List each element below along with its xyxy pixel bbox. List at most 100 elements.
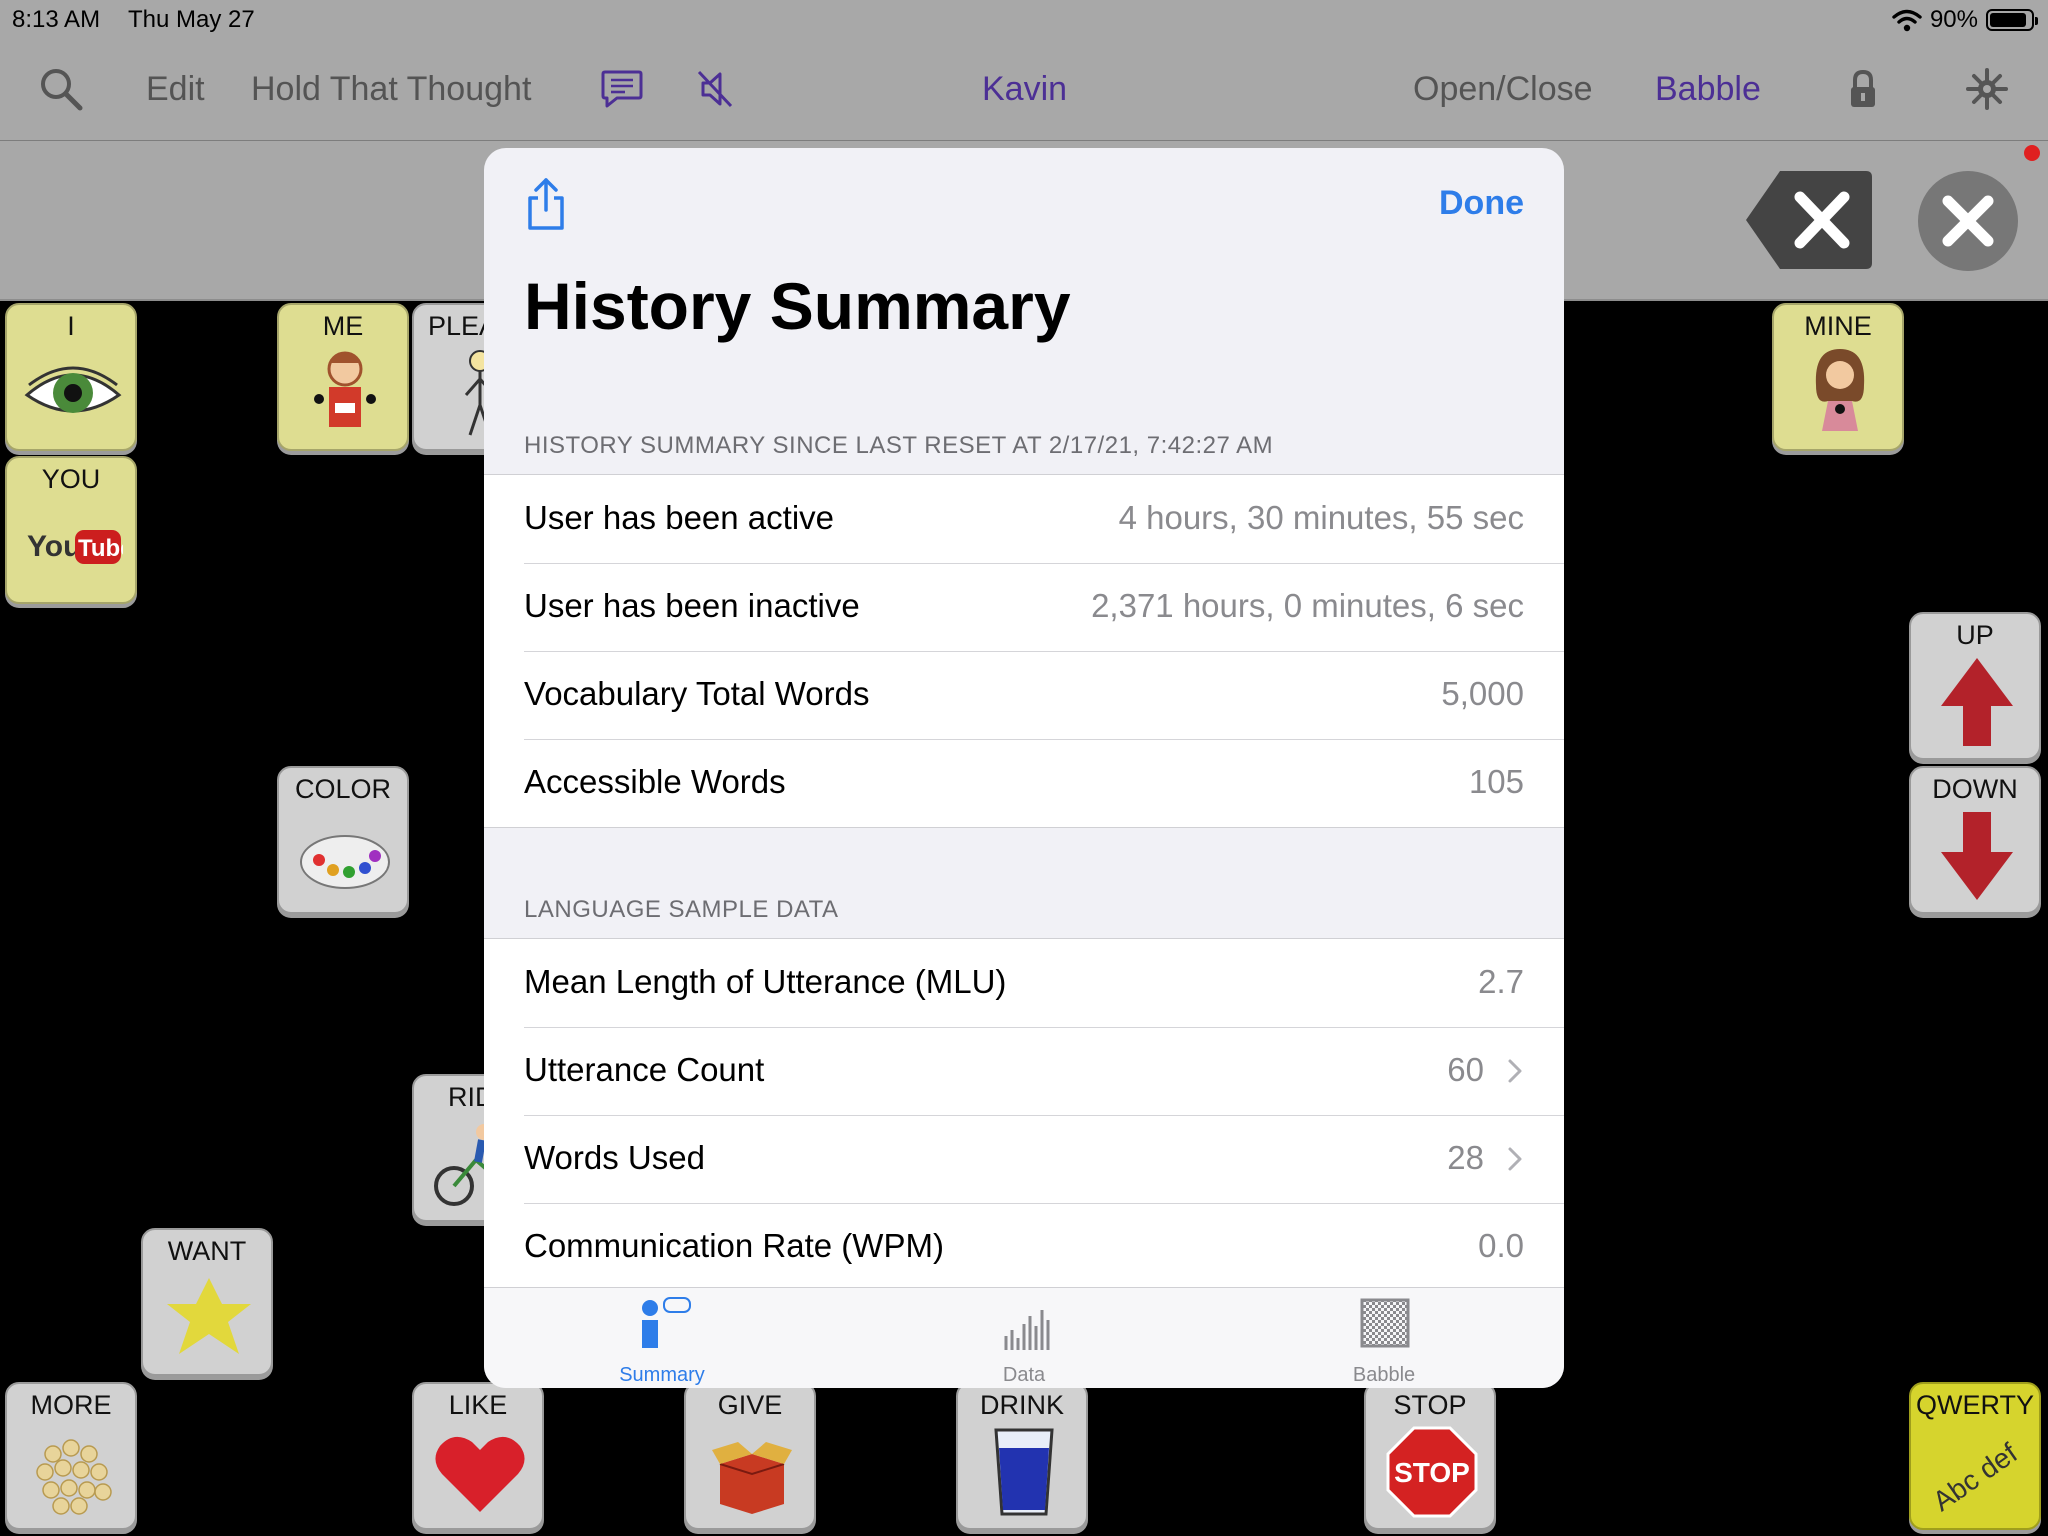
row-label: Communication Rate (WPM) [524,1227,944,1264]
pile-of-beans-icon [36,1439,112,1515]
girl-icon [1815,349,1865,431]
word-label: YOU [41,464,101,494]
eye-icon [24,366,122,413]
checkerboard-icon [1360,1298,1410,1348]
settings-gear-icon[interactable] [1964,66,2010,112]
word-label: I [67,311,75,341]
word-label: LIKE [448,1390,508,1420]
language-row-mlu: Mean Length of Utterance (MLU) 2.7 [484,939,1564,1027]
language-sample-list: Mean Length of Utterance (MLU) 2.7 Utter… [484,938,1564,1292]
word-label: ME [322,311,364,341]
summary-row-vocabulary: Vocabulary Total Words 5,000 [484,651,1564,739]
notification-dot [2024,145,2040,161]
word-button-down[interactable]: DOWN [1909,766,2041,914]
user-name[interactable]: Kavin [982,70,1067,109]
modal-title: History Summary [524,269,1071,343]
chevron-right-icon [1508,1147,1522,1171]
summary-row-accessible: Accessible Words 105 [484,739,1564,827]
arrow-up-icon [1941,658,2013,746]
lock-icon[interactable] [1840,66,1886,112]
share-icon[interactable] [524,176,568,232]
tab-label: Summary [619,1364,705,1386]
language-row-words-used[interactable]: Words Used 28 [484,1115,1564,1203]
stop-sign-text: STOP [1394,1457,1470,1488]
heart-icon [435,1436,525,1512]
word-button-like[interactable]: LIKE [412,1382,544,1530]
word-button-i[interactable]: I [5,303,137,451]
row-value: 28 [1447,1139,1484,1176]
battery-fill [1990,13,2026,27]
tab-label: Babble [1352,1364,1416,1386]
history-summary-list: User has been active 4 hours, 30 minutes… [484,474,1564,828]
word-button-you[interactable]: YOU You Tube [5,456,137,604]
section-header-history: HISTORY SUMMARY SINCE LAST RESET AT 2/17… [524,432,1274,459]
tab-label: Data [1002,1364,1046,1386]
wifi-icon [1892,9,1922,32]
row-value: 60 [1447,1051,1484,1088]
person-speaking-icon [642,1297,691,1348]
word-button-qwerty[interactable]: QWERTY Abc def [1909,1382,2041,1530]
word-button-color[interactable]: COLOR [277,766,409,914]
word-label: QWERTY [1915,1390,2034,1420]
language-row-utterance-count[interactable]: Utterance Count 60 [484,1027,1564,1115]
status-bar: 8:13 AM Thu May 27 90% [0,0,2048,40]
row-value: 0.0 [1478,1227,1524,1264]
speaker-muted-icon[interactable] [693,66,739,112]
summary-row-active: User has been active 4 hours, 30 minutes… [484,475,1564,563]
hold-that-thought-button[interactable]: Hold That Thought [251,70,531,109]
word-button-want[interactable]: WANT [141,1228,273,1376]
row-value: 4 hours, 30 minutes, 55 sec [1118,499,1524,536]
word-label: WANT [167,1236,247,1266]
glass-of-water-icon [994,1428,1054,1516]
word-label: GIVE [717,1390,783,1420]
gift-box-icon [712,1442,792,1514]
row-label: Vocabulary Total Words [524,675,870,712]
modal-tab-bar: Summary Data Babble [484,1287,1564,1388]
chat-bubble-icon[interactable] [599,66,645,112]
svg-text:Tube: Tube [78,535,123,562]
edit-button[interactable]: Edit [146,70,205,109]
row-label: User has been inactive [524,587,860,624]
done-button[interactable]: Done [1439,184,1524,223]
qwerty-sub-text: Abc def [1927,1437,2023,1517]
star-icon [167,1278,251,1354]
history-summary-modal: Done History Summary HISTORY SUMMARY SIN… [484,148,1564,1388]
word-button-give[interactable]: GIVE [684,1382,816,1530]
app-toolbar: Edit Hold That Thought Kavin Open/Close … [0,40,2048,141]
word-button-mine[interactable]: MINE [1772,303,1904,451]
word-label: MINE [1804,311,1872,341]
svg-text:You: You [27,530,81,563]
backspace-icon[interactable] [1744,169,1874,271]
clear-icon[interactable] [1916,169,2020,273]
word-button-up[interactable]: UP [1909,612,2041,760]
word-button-more[interactable]: MORE [5,1382,137,1530]
word-label: MORE [30,1390,112,1420]
word-label: COLOR [294,774,392,804]
boy-pointing-icon [314,351,376,427]
babble-button[interactable]: Babble [1655,70,1761,109]
section-header-language: LANGUAGE SAMPLE DATA [524,896,839,923]
stop-sign-icon: STOP [1386,1426,1478,1518]
status-right: 90% [1892,6,2038,34]
paint-palette-icon [300,835,390,889]
status-date: Thu May 27 [128,6,255,33]
word-label: UP [1956,620,1994,650]
row-value: 105 [1468,763,1524,800]
row-label: Words Used [524,1139,705,1176]
row-label: Mean Length of Utterance (MLU) [524,963,1007,1000]
row-value: 5,000 [1441,675,1524,712]
battery-icon [1986,9,2038,31]
row-label: Accessible Words [524,763,786,800]
battery-percent: 90% [1929,6,1978,33]
word-label: DOWN [1932,774,2018,804]
arrow-down-icon [1941,812,2013,900]
word-button-stop[interactable]: STOP STOP [1364,1382,1496,1530]
word-button-drink[interactable]: DRINK [956,1382,1088,1530]
chevron-right-icon [1508,1059,1522,1083]
word-button-me[interactable]: ME [277,303,409,451]
status-time: 8:13 AM [12,6,101,33]
open-close-button[interactable]: Open/Close [1413,70,1593,109]
search-icon[interactable] [38,66,84,112]
language-row-communication-rate: Communication Rate (WPM) 0.0 [484,1203,1564,1291]
summary-row-inactive: User has been inactive 2,371 hours, 0 mi… [484,563,1564,651]
